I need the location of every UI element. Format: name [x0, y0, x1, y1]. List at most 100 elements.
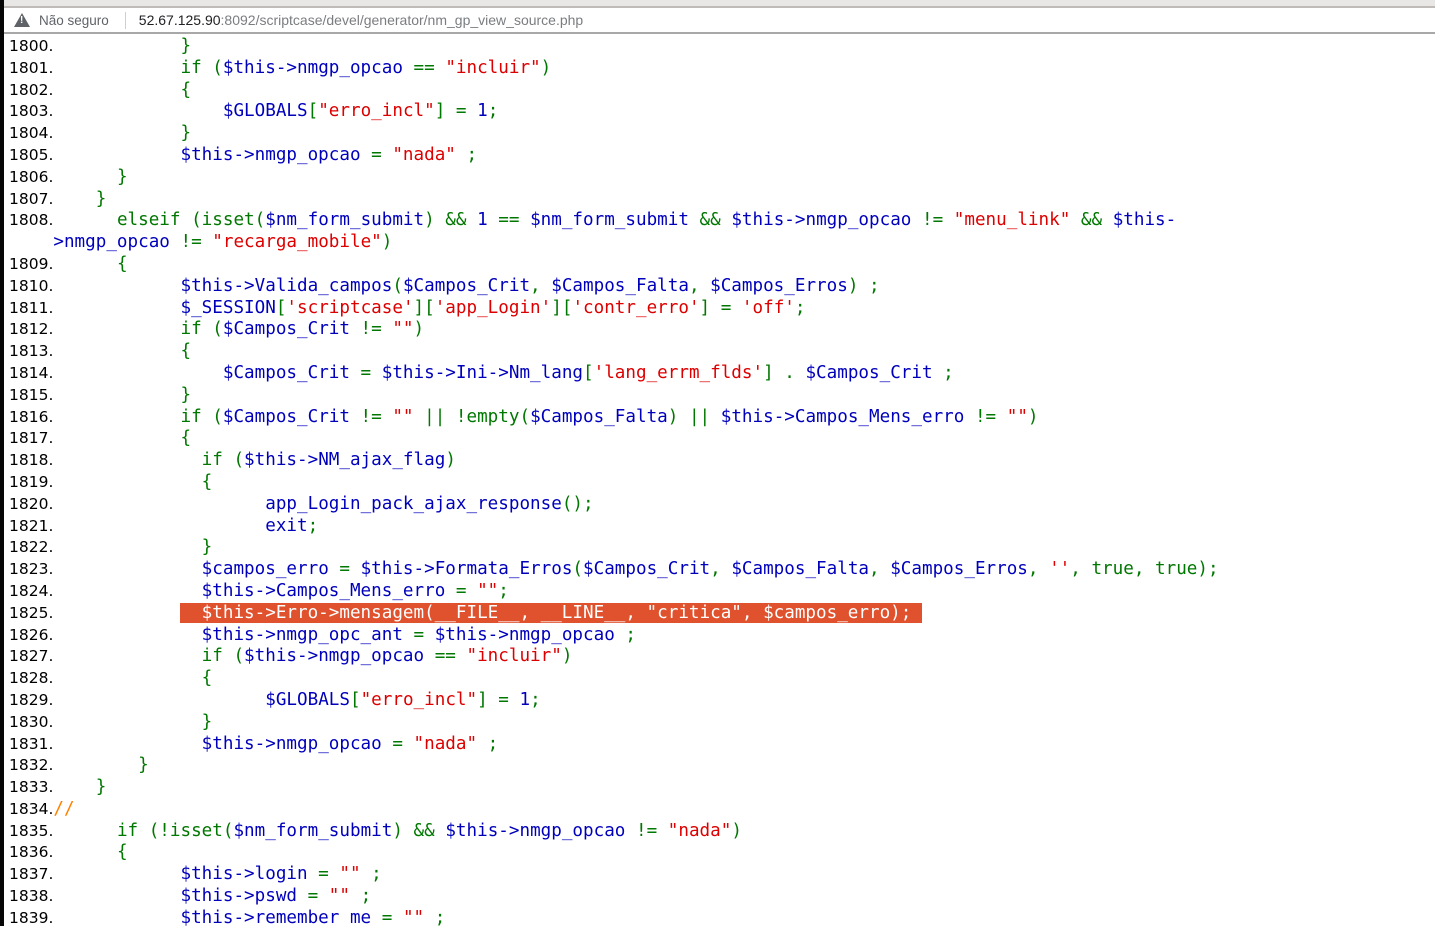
- code-text: //: [53, 799, 1435, 821]
- code-line: 1829. $GLOBALS["erro_incl"] = 1;: [4, 690, 1435, 712]
- line-number: 1811.: [4, 298, 53, 320]
- code-text: $this->Campos_Mens_erro = "";: [53, 581, 1435, 603]
- code-text: $this->Erro->mensagem(__FILE__, __LINE__…: [53, 603, 1435, 625]
- line-number: 1808.: [4, 210, 53, 254]
- code-text: if (!isset($nm_form_submit) && $this->nm…: [53, 821, 1435, 843]
- line-number: 1835.: [4, 821, 53, 843]
- code-text: elseif (isset($nm_form_submit) && 1 == $…: [53, 210, 1435, 254]
- code-line: 1813. {: [4, 341, 1435, 363]
- line-number: 1839.: [4, 908, 53, 926]
- code-line: 1811. $_SESSION['scriptcase']['app_Login…: [4, 298, 1435, 320]
- line-number: 1825.: [4, 603, 53, 625]
- code-text: {: [53, 341, 1435, 363]
- code-line: 1823. $campos_erro = $this->Formata_Erro…: [4, 559, 1435, 581]
- code-line: 1815. }: [4, 385, 1435, 407]
- browser-top-strip: [0, 0, 1435, 8]
- line-number: 1809.: [4, 254, 53, 276]
- line-number: 1836.: [4, 842, 53, 864]
- code-line: 1828. {: [4, 668, 1435, 690]
- line-number: 1834.: [4, 799, 53, 821]
- browser-chrome: ! Não seguro 52.67.125.90:8092/scriptcas…: [0, 0, 1435, 34]
- code-line: 1801. if ($this->nmgp_opcao == "incluir"…: [4, 58, 1435, 80]
- line-number: 1833.: [4, 777, 53, 799]
- code-text: }: [53, 385, 1435, 407]
- line-number: 1816.: [4, 407, 53, 429]
- line-number: 1823.: [4, 559, 53, 581]
- line-number: 1829.: [4, 690, 53, 712]
- code-text: }: [53, 537, 1435, 559]
- highlighted-code: $this->Erro->mensagem(__FILE__, __LINE__…: [180, 603, 921, 623]
- code-text: }: [53, 777, 1435, 799]
- url-text[interactable]: 52.67.125.90:8092/scriptcase/devel/gener…: [139, 12, 583, 28]
- code-line: 1826. $this->nmgp_opc_ant = $this->nmgp_…: [4, 625, 1435, 647]
- code-text: if ($Campos_Crit != ""): [53, 319, 1435, 341]
- code-text: }: [53, 189, 1435, 211]
- line-number: 1837.: [4, 864, 53, 886]
- code-line: 1835. if (!isset($nm_form_submit) && $th…: [4, 821, 1435, 843]
- code-text: $this->login = "" ;: [53, 864, 1435, 886]
- line-number: 1814.: [4, 363, 53, 385]
- code-text: {: [53, 80, 1435, 102]
- line-number: 1826.: [4, 625, 53, 647]
- code-text: }: [53, 167, 1435, 189]
- code-text: }: [53, 755, 1435, 777]
- code-line: 1832. }: [4, 755, 1435, 777]
- code-line: 1817. {: [4, 428, 1435, 450]
- security-status[interactable]: ! Não seguro: [14, 13, 109, 28]
- code-line: 1808. elseif (isset($nm_form_submit) && …: [4, 210, 1435, 254]
- code-line: 1837. $this->login = "" ;: [4, 864, 1435, 886]
- line-number: 1830.: [4, 712, 53, 734]
- code-line: 1810. $this->Valida_campos($Campos_Crit,…: [4, 276, 1435, 298]
- line-number: 1838.: [4, 886, 53, 908]
- line-number: 1802.: [4, 80, 53, 102]
- line-number: 1824.: [4, 581, 53, 603]
- window-left-edge: [0, 0, 4, 926]
- line-number: 1819.: [4, 472, 53, 494]
- code-text: $GLOBALS["erro_incl"] = 1;: [53, 690, 1435, 712]
- code-line: 1800. }: [4, 36, 1435, 58]
- code-text: $Campos_Crit = $this->Ini->Nm_lang['lang…: [53, 363, 1435, 385]
- line-number: 1813.: [4, 341, 53, 363]
- line-number: 1822.: [4, 537, 53, 559]
- line-number: 1800.: [4, 36, 53, 58]
- line-number: 1817.: [4, 428, 53, 450]
- code-line: 1821. exit;: [4, 516, 1435, 538]
- line-number: 1804.: [4, 123, 53, 145]
- line-number: 1827.: [4, 646, 53, 668]
- code-line: 1838. $this->pswd = "" ;: [4, 886, 1435, 908]
- line-number: 1803.: [4, 101, 53, 123]
- address-bar[interactable]: ! Não seguro 52.67.125.90:8092/scriptcas…: [0, 8, 1435, 34]
- code-line: 1830. }: [4, 712, 1435, 734]
- line-number: 1828.: [4, 668, 53, 690]
- code-text: if ($this->NM_ajax_flag): [53, 450, 1435, 472]
- line-number: 1812.: [4, 319, 53, 341]
- code-line: 1809. {: [4, 254, 1435, 276]
- code-text: {: [53, 842, 1435, 864]
- url-host: 52.67.125.90: [139, 12, 221, 28]
- line-number: 1807.: [4, 189, 53, 211]
- code-line: 1827. if ($this->nmgp_opcao == "incluir"…: [4, 646, 1435, 668]
- code-line: 1804. }: [4, 123, 1435, 145]
- code-text: if ($Campos_Crit != "" || !empty($Campos…: [53, 407, 1435, 429]
- line-number: 1821.: [4, 516, 53, 538]
- code-line: 1818. if ($this->NM_ajax_flag): [4, 450, 1435, 472]
- code-text: $this->nmgp_opcao = "nada" ;: [53, 734, 1435, 756]
- code-line: 1824. $this->Campos_Mens_erro = "";: [4, 581, 1435, 603]
- not-secure-label: Não seguro: [39, 13, 109, 28]
- code-area: 1800. }1801. if ($this->nmgp_opcao == "i…: [4, 34, 1435, 926]
- code-text: {: [53, 668, 1435, 690]
- code-text: $_SESSION['scriptcase']['app_Login']['co…: [53, 298, 1435, 320]
- code-text: $GLOBALS["erro_incl"] = 1;: [53, 101, 1435, 123]
- code-text: $this->Valida_campos($Campos_Crit, $Camp…: [53, 276, 1435, 298]
- code-line: 1807. }: [4, 189, 1435, 211]
- code-text: if ($this->nmgp_opcao == "incluir"): [53, 646, 1435, 668]
- line-number: 1831.: [4, 734, 53, 756]
- code-line: 1831. $this->nmgp_opcao = "nada" ;: [4, 734, 1435, 756]
- code-line: 1819. {: [4, 472, 1435, 494]
- code-text: {: [53, 254, 1435, 276]
- code-text: $this->remember_me = "" ;: [53, 908, 1435, 926]
- warning-triangle-icon: !: [14, 13, 30, 27]
- code-text: {: [53, 472, 1435, 494]
- code-text: {: [53, 428, 1435, 450]
- code-text: $campos_erro = $this->Formata_Erros($Cam…: [53, 559, 1435, 581]
